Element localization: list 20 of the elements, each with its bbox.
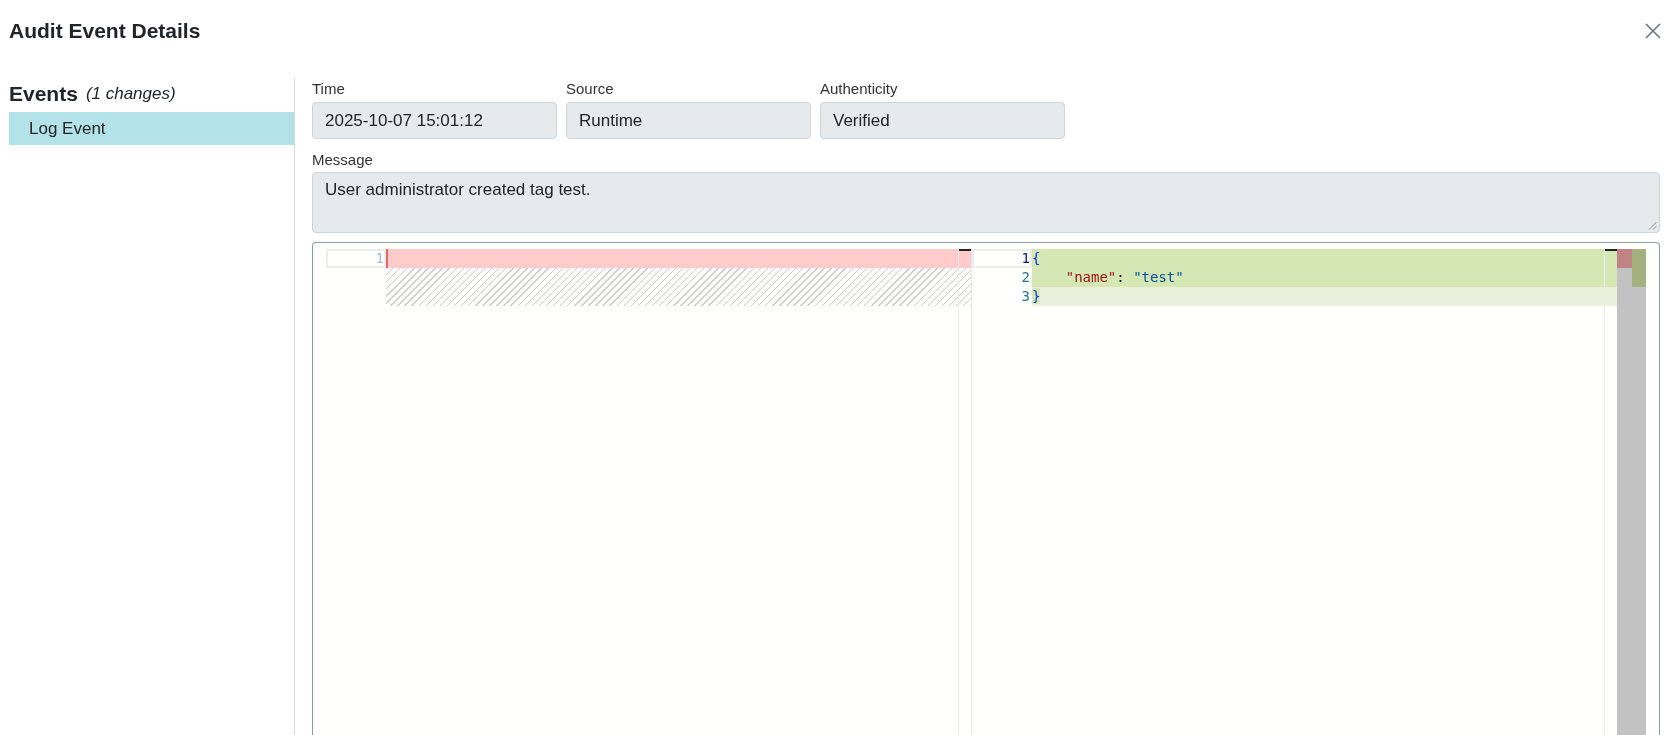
line-number: 3 bbox=[1020, 287, 1031, 306]
field-label: Source bbox=[566, 79, 614, 99]
insertion-marker-icon bbox=[1632, 249, 1646, 287]
resize-handle-icon bbox=[1648, 221, 1657, 230]
message-text: User administrator created tag test. bbox=[325, 180, 591, 199]
events-heading: Events bbox=[9, 82, 78, 106]
deletion-marker-icon bbox=[1617, 249, 1632, 268]
field-label: Time bbox=[312, 79, 345, 99]
dialog-title: Audit Event Details bbox=[9, 18, 201, 44]
line-number: 1 bbox=[972, 249, 1032, 268]
cursor-mark-icon bbox=[1605, 249, 1617, 251]
cursor-mark-icon bbox=[959, 249, 971, 251]
event-list-item[interactable]: Log Event bbox=[9, 112, 294, 145]
close-button[interactable] bbox=[1645, 23, 1661, 39]
change-count: (1 changes) bbox=[85, 84, 176, 104]
field-label: Message bbox=[312, 150, 373, 170]
line-number: 2 bbox=[1020, 268, 1031, 287]
line-number: 1 bbox=[326, 249, 386, 268]
field-label: Authenticity bbox=[820, 79, 898, 99]
close-icon bbox=[1645, 23, 1661, 39]
